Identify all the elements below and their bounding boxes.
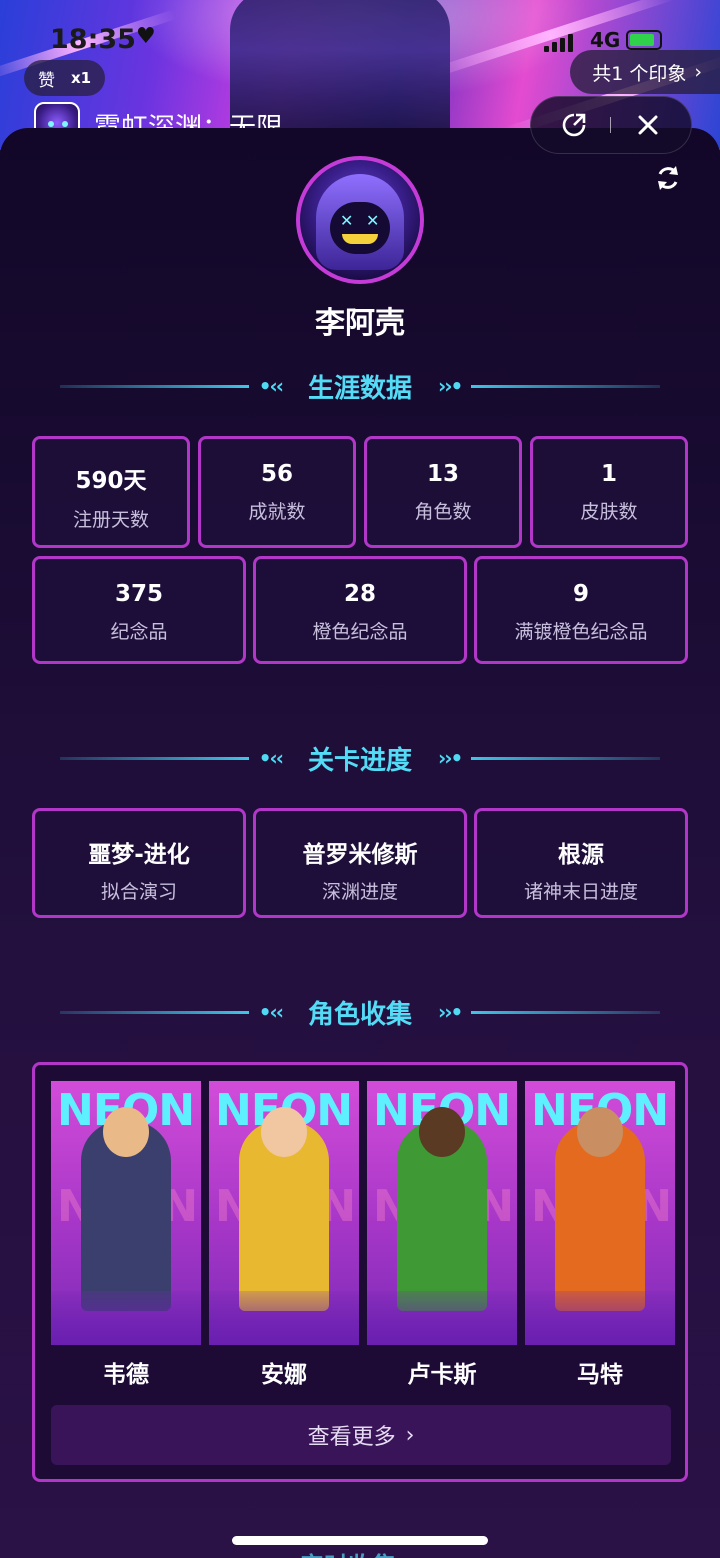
status-time: 18:35	[50, 24, 136, 55]
character-collection-card: NEONNEON 韦德 NEONNEON 安娜 NEONNEON 卢卡斯 NEO…	[32, 1062, 688, 1482]
network-type: 4G	[590, 28, 621, 52]
view-more-button[interactable]: 查看更多 ›	[51, 1405, 671, 1465]
stat-skins: 1 皮肤数	[530, 436, 688, 548]
share-icon[interactable]	[557, 108, 591, 142]
view-more-label: 查看更多	[307, 1425, 396, 1450]
like-badge[interactable]: 赞 x1	[24, 60, 106, 96]
close-icon[interactable]	[631, 108, 665, 142]
character-card-anna[interactable]: NEONNEON	[209, 1081, 359, 1345]
stat-register-days: 590天 注册天数	[32, 436, 190, 548]
like-label: 赞	[38, 70, 55, 91]
chevron-right-icon: ›	[694, 61, 702, 83]
section-title-characters: •‹‹ 角色收集 ››•	[60, 992, 661, 1032]
signal-icon	[544, 34, 573, 52]
impressions-button[interactable]: 共1 个印象 ›	[570, 50, 720, 94]
username: 李阿壳	[315, 306, 405, 341]
like-count: x1	[71, 69, 92, 87]
stat-achievements: 56 成就数	[198, 436, 356, 548]
character-name-lucas: 卢卡斯	[407, 1362, 477, 1388]
section-title-next: 安时收集	[300, 1546, 396, 1558]
character-card-lucas[interactable]: NEONNEON	[367, 1081, 517, 1345]
stage-ragnarok-progress: 根源 诸神末日进度	[474, 808, 688, 918]
stat-full-orange-souvenirs: 9 满镀橙色纪念品	[474, 556, 688, 664]
stage-abyss-progress: 普罗米修斯 深渊进度	[253, 808, 467, 918]
character-card-matt[interactable]: NEONNEON	[525, 1081, 675, 1345]
character-name-anna: 安娜	[261, 1362, 307, 1388]
stat-orange-souvenirs: 28 橙色纪念品	[253, 556, 467, 664]
avatar[interactable]: ✕ ✕	[296, 156, 424, 284]
impressions-label: 共1 个印象	[592, 62, 687, 85]
stat-characters: 13 角色数	[364, 436, 522, 548]
section-title-stages: •‹‹ 关卡进度 ››•	[60, 738, 661, 778]
mini-program-capsule	[530, 96, 692, 154]
refresh-icon[interactable]	[652, 162, 684, 194]
heart-icon: ♥	[136, 24, 156, 49]
stat-souvenirs: 375 纪念品	[32, 556, 246, 664]
character-name-wade: 韦德	[103, 1362, 149, 1388]
section-title-career: •‹‹ 生涯数据 ››•	[60, 366, 661, 406]
stage-fitting-drill: 噩梦-进化 拟合演习	[32, 808, 246, 918]
character-name-matt: 马特	[577, 1362, 623, 1388]
chevron-right-icon: ›	[405, 1422, 415, 1448]
profile-panel: ✕ ✕ 李阿壳 •‹‹ 生涯数据 ››• 590天 注册天数 56 成就数 13 角色数…	[0, 128, 720, 1558]
character-card-wade[interactable]: NEONNEON	[51, 1081, 201, 1345]
battery-icon	[626, 30, 662, 50]
home-indicator[interactable]	[232, 1536, 488, 1545]
